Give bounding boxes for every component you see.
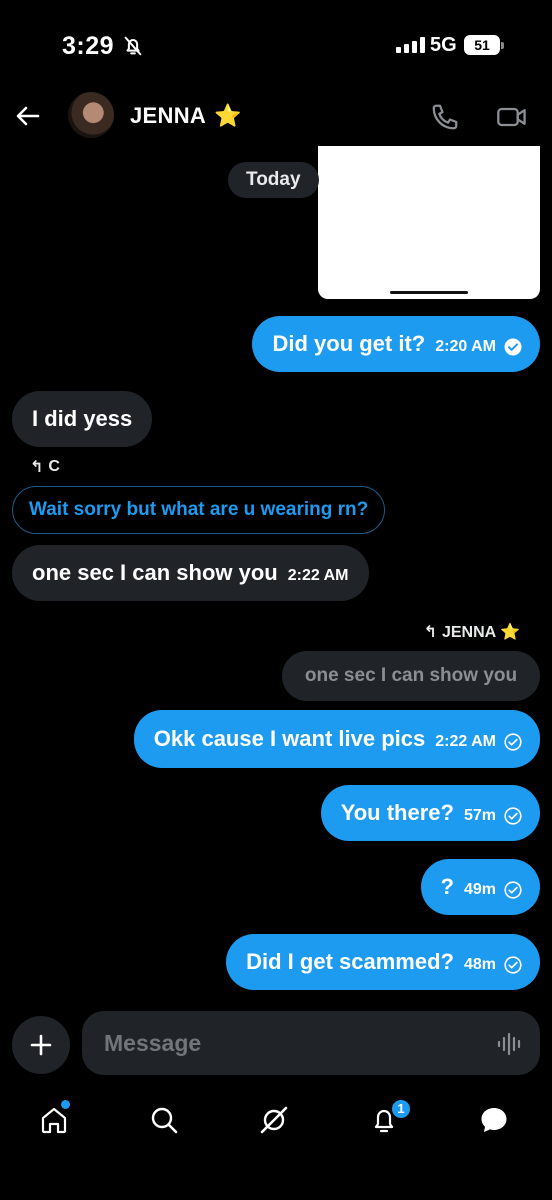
message-bubble-incoming[interactable]: one sec I can show you 2:22 AM [12,545,369,601]
contact-avatar[interactable] [68,92,114,138]
message-bubble-outgoing[interactable]: Did you get it? 2:20 AM [252,316,540,372]
message-placeholder: Message [104,1030,202,1056]
search-icon[interactable] [148,1104,180,1136]
sent-check-icon [504,807,522,825]
reply-reference: ↰ JENNA ⭐ [424,622,520,642]
sent-check-icon [504,881,522,899]
message-bubble-outgoing[interactable]: You there? 57m [320,785,540,841]
reply-reference: ↰ C [30,457,60,477]
home-unread-dot [61,1100,70,1109]
notification-badge: 1 [390,1098,412,1120]
message-text: Did you get it? [272,331,426,356]
sent-check-icon [504,956,522,974]
message-time: 2:22 AM [435,733,496,750]
video-call-icon[interactable] [496,102,528,132]
message-text: Did I get scammed? [246,949,454,974]
bottom-navigation: 1 [0,1090,552,1150]
reply-arrow-icon: ↰ [423,624,437,641]
shared-image-preview[interactable] [318,146,540,299]
reply-author: C [48,458,60,475]
message-time: 49m [463,881,496,898]
phone-icon[interactable] [430,102,460,132]
contact-name[interactable]: JENNA ⭐ [130,103,242,129]
sent-check-icon [504,733,522,751]
home-indicator-bar [390,291,468,294]
quoted-message[interactable]: one sec I can show you [282,651,540,701]
reply-author: JENNA ⭐ [441,624,520,641]
message-time: 2:22 AM [287,567,349,584]
messages-icon[interactable] [478,1104,510,1136]
message-text: You there? [340,800,454,825]
message-time: 48m [463,956,496,973]
message-text: I did yess [32,406,133,431]
read-check-icon [504,338,522,356]
message-input[interactable]: Message [82,1011,540,1075]
battery-icon: 51 [464,35,504,55]
add-attachment-button[interactable] [12,1016,70,1074]
message-text: ? [440,874,454,899]
conversation-header: JENNA ⭐ [0,90,552,142]
message-bubble-incoming[interactable]: I did yess [12,391,153,447]
status-time: 3:29 [62,32,115,60]
bell-off-icon [124,36,142,56]
date-separator: Today [228,162,319,198]
message-time: 2:20 AM [435,338,496,355]
reply-arrow-icon: ↰ [30,459,44,476]
contact-name-text: JENNA [130,103,207,128]
message-text: Okk cause I want live pics [153,726,426,751]
quoted-message[interactable]: Wait sorry but what are u wearing rn? [12,486,386,534]
message-bubble-outgoing[interactable]: Did I get scammed? 48m [226,934,540,990]
message-time: 57m [463,807,496,824]
network-type: 5G [430,34,457,56]
message-text: one sec I can show you [32,560,278,585]
message-bubble-outgoing[interactable]: ? 49m [420,859,540,915]
voice-message-icon[interactable] [496,1031,524,1057]
star-emoji: ⭐ [214,103,242,128]
status-bar: 3:29 5G 51 [0,0,552,90]
battery-level: 51 [474,37,490,53]
cell-signal-icon [396,37,425,53]
plus-icon [30,1034,52,1056]
back-arrow-icon[interactable] [14,102,42,130]
message-bubble-outgoing[interactable]: Okk cause I want live pics 2:22 AM [133,710,540,768]
grok-icon[interactable] [258,1104,290,1136]
